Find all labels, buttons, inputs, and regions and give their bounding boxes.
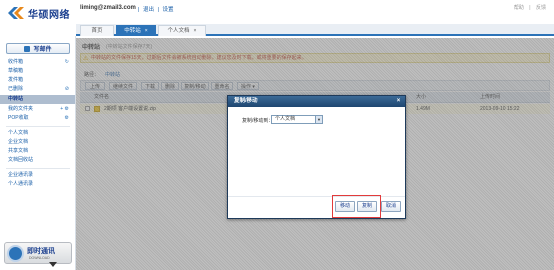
sidebar-item-pop[interactable]: POP收取 ⚙ — [0, 114, 75, 123]
sidebar-item-shared-docs[interactable]: 共享文档 — [0, 147, 75, 156]
gear-icon[interactable]: ⚙ — [65, 114, 69, 123]
move-button[interactable]: 移动 — [335, 201, 355, 212]
im-logo-icon — [7, 245, 24, 262]
logo-text: 华硕网络 — [28, 9, 70, 21]
tab-bar: 首页 中转站 × 个人文档 × — [76, 24, 554, 36]
tab-home[interactable]: 首页 — [80, 25, 114, 36]
im-download-banner[interactable]: 即时通讯 DOWNLOAD — [4, 242, 72, 267]
warning-bar: ⚠ 中转站的文件保存15天，过期后文件会被系统自动删除，建议您及时下载，或将重要… — [80, 53, 550, 63]
close-icon[interactable]: × — [194, 28, 197, 34]
continue-file-button[interactable]: 继续文件 — [109, 82, 137, 90]
tab-personal-docs[interactable]: 个人文档 × — [158, 25, 206, 36]
header: 华硕网络 liming@zmail3.com | 退出 | 设置 帮助 | 反馈 — [0, 0, 554, 24]
tab-transfer[interactable]: 中转站 × — [116, 25, 156, 36]
toolbar: 上传 继续文件 下载 删除 复制/移动 重命名 操作 ▾ — [80, 80, 550, 91]
sidebar-item-doc-recycle[interactable]: 文档回收站 — [0, 156, 75, 165]
refresh-icon[interactable]: ↻ — [65, 58, 69, 67]
top-right-links: 帮助 | 反馈 — [513, 5, 546, 11]
sidebar-item-transfer[interactable]: 中转站 — [0, 95, 75, 104]
feedback-link[interactable]: 反馈 — [536, 5, 546, 11]
header-links: | 退出 | 设置 — [138, 7, 174, 13]
close-icon[interactable]: × — [145, 28, 148, 34]
pen-icon — [24, 45, 31, 52]
chevron-down-icon[interactable]: ▼ — [315, 116, 322, 123]
copy-move-button[interactable]: 复制/移动 — [181, 82, 209, 90]
folder-actions-icon[interactable]: + ⚙ — [60, 105, 69, 114]
close-icon[interactable]: × — [395, 98, 402, 105]
breadcrumb-link[interactable]: 中转站 — [105, 72, 120, 78]
sidebar-item-personal-contacts[interactable]: 个人通讯录 — [0, 180, 75, 189]
cursor-icon — [49, 262, 57, 267]
sidebar-item-personal-docs[interactable]: 个人文档 — [0, 129, 75, 138]
sidebar-item-inbox[interactable]: 收件箱 ↻ — [0, 58, 75, 67]
zip-file-icon — [94, 106, 100, 112]
sidebar-item-deleted[interactable]: 已删除 ⊘ — [0, 85, 75, 94]
sidebar-item-my-folders[interactable]: 我的文件夹 + ⚙ — [0, 105, 75, 114]
logout-link[interactable]: 退出 — [143, 7, 154, 13]
compose-button[interactable]: 写邮件 — [6, 43, 70, 54]
dialog-title: 复制/移动 × — [228, 96, 405, 107]
page-title: 中转站 — [82, 45, 101, 51]
logo[interactable]: 华硕网络 — [6, 4, 76, 22]
operations-dropdown[interactable]: 操作 ▾ — [237, 82, 259, 90]
destination-select[interactable]: 个人文档 ▼ — [271, 115, 323, 124]
sidebar-item-enterprise-contacts[interactable]: 企业通讯录 — [0, 171, 75, 180]
clear-icon[interactable]: ⊘ — [65, 85, 69, 94]
user-email: liming@zmail3.com — [80, 5, 136, 11]
settings-link[interactable]: 设置 — [162, 7, 173, 13]
download-button[interactable]: 下载 — [141, 82, 159, 90]
warning-icon: ⚠ — [83, 56, 89, 62]
breadcrumb: 路径： 中转站 — [84, 72, 121, 78]
destination-label: 复制/移动到： — [242, 118, 274, 124]
row-checkbox[interactable] — [85, 106, 90, 111]
copy-button[interactable]: 复制 — [357, 201, 377, 212]
help-link[interactable]: 帮助 — [514, 5, 524, 11]
divider — [6, 168, 70, 169]
divider — [6, 126, 70, 127]
page-subtitle: (中转站文件保存7天) — [106, 44, 153, 50]
delete-button[interactable]: 删除 — [161, 82, 179, 90]
rename-button[interactable]: 重命名 — [211, 82, 233, 90]
sidebar: 写邮件 收件箱 ↻ 草稿箱 发件箱 已删除 ⊘ 中转站 我的文件夹 + ⚙ POP收取… — [0, 36, 76, 270]
cancel-button[interactable]: 取消 — [381, 201, 401, 212]
sidebar-item-drafts[interactable]: 草稿箱 — [0, 67, 75, 76]
logo-icon — [6, 5, 26, 21]
copy-move-dialog: 复制/移动 × 复制/移动到： 个人文档 ▼ 移动 复制 取消 — [227, 95, 406, 219]
sidebar-item-enterprise-docs[interactable]: 企业文档 — [0, 138, 75, 147]
upload-button[interactable]: 上传 — [85, 82, 105, 90]
sidebar-item-sent[interactable]: 发件箱 — [0, 76, 75, 85]
